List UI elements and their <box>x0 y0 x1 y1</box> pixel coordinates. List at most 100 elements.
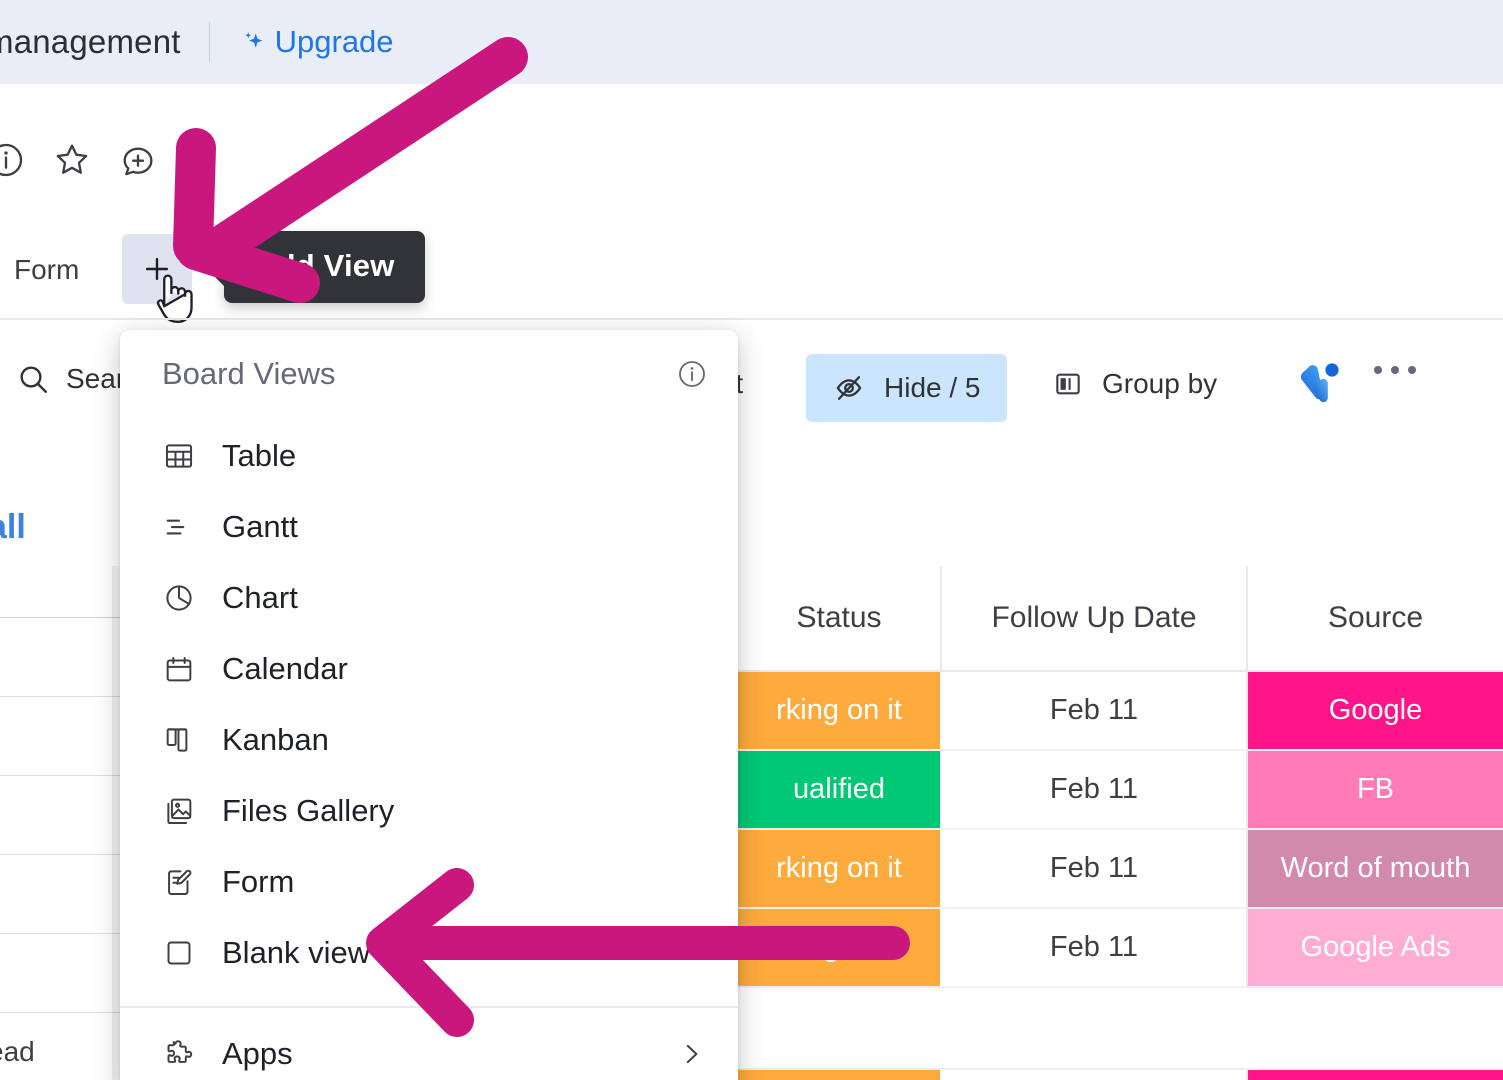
board-action-icons <box>0 140 158 180</box>
left-row-cell: ead <box>0 1013 124 1080</box>
menu-divider <box>120 1006 738 1008</box>
menu-item-label: Kanban <box>222 721 329 757</box>
status-cell[interactable]: rking on it <box>738 830 942 909</box>
upgrade-label: Upgrade <box>274 24 394 59</box>
left-row-cell <box>0 697 124 776</box>
table-row: rking on itFeb 11Google <box>738 672 1503 751</box>
top-banner: management Upgrade <box>0 0 1503 84</box>
form-edit-icon <box>168 869 192 895</box>
info-icon[interactable] <box>0 140 26 180</box>
more-options-button[interactable] <box>1374 366 1416 374</box>
menu-item-label: Files Gallery <box>222 792 395 828</box>
calendar-icon <box>166 656 192 681</box>
follow-up-date-cell[interactable]: Feb 11 <box>942 909 1248 988</box>
tabs-bottom-divider <box>0 318 1503 320</box>
menu-item-label: Calendar <box>222 650 348 686</box>
menu-item-label: Gantt <box>222 508 298 544</box>
source-cell[interactable]: Google Ads <box>1248 909 1503 988</box>
app-root: management Upgrade Form Add View Sear Hi… <box>0 0 1503 1080</box>
follow-up-date-cell[interactable]: Feb 11 <box>942 830 1248 909</box>
left-row-cell <box>0 934 124 1013</box>
column-header-status[interactable]: Status <box>738 566 942 672</box>
sparkle-icon <box>245 32 262 48</box>
follow-up-date-cell[interactable]: Feb 11 <box>942 751 1248 830</box>
table-row: ualified Feb 11 FB <box>738 751 1503 830</box>
left-column-stub: ead <box>0 566 124 1080</box>
left-row-cell <box>0 618 124 697</box>
menu-item-form[interactable]: Form <box>120 846 738 917</box>
table-body-next-group: rking on itFeb 11Google <box>738 1070 1503 1080</box>
plus-icon <box>145 257 169 281</box>
menu-item-calendar[interactable]: Calendar <box>120 633 738 704</box>
table-header-row: Status Follow Up Date Source <box>738 566 1503 672</box>
info-icon[interactable] <box>676 358 708 390</box>
gantt-icon <box>166 519 185 534</box>
left-header-cell <box>0 566 124 618</box>
follow-up-date-cell[interactable]: Feb 11 <box>942 672 1248 751</box>
table-icon <box>165 443 193 468</box>
workspace-title: management <box>0 23 181 60</box>
table-row: rking on it Feb 11 Word of mouth <box>738 830 1503 909</box>
collapse-all-link[interactable]: all <box>0 508 26 547</box>
menu-item-table[interactable]: Table <box>120 420 738 491</box>
source-cell[interactable]: Word of mouth <box>1248 830 1503 909</box>
menu-item-chart[interactable]: Chart <box>120 562 738 633</box>
menu-item-gantt[interactable]: Gantt <box>120 491 738 562</box>
add-view-button[interactable] <box>122 234 192 304</box>
favorite-star-icon[interactable] <box>52 140 92 180</box>
table-row: rking on it Feb 11 Google Ads <box>738 909 1503 988</box>
search-icon <box>20 366 47 393</box>
left-row-cell <box>0 855 124 934</box>
column-header-source[interactable]: Source <box>1248 566 1503 672</box>
left-row-cell <box>0 776 124 855</box>
source-cell[interactable]: FB <box>1248 751 1503 830</box>
monday-ai-logo-icon[interactable] <box>1284 358 1346 414</box>
add-view-tooltip: Add View <box>213 231 425 303</box>
tooltip-arrow <box>213 262 226 288</box>
table-group-gap <box>738 988 1503 1070</box>
board-table: Status Follow Up Date Source rking on it… <box>738 566 1503 1080</box>
menu-header: Board Views <box>120 330 738 412</box>
source-cell[interactable]: Google <box>1248 672 1503 751</box>
menu-item-apps[interactable]: Apps <box>120 1018 738 1080</box>
menu-items-list: Table Gantt Chart Calendar Kanban Files … <box>120 412 738 1080</box>
search-label: Sear <box>66 363 126 394</box>
source-cell[interactable]: Google <box>1248 1070 1503 1080</box>
kanban-icon <box>166 727 188 752</box>
menu-title: Board Views <box>162 356 336 391</box>
group-by-icon <box>1056 373 1080 395</box>
menu-item-label: Blank view <box>222 934 371 970</box>
board-views-menu: Board Views Table Gantt Chart Calendar K… <box>120 330 738 1080</box>
topbar-divider <box>208 22 210 62</box>
status-cell[interactable]: rking on it <box>738 1070 942 1080</box>
table-body: rking on it Feb 11 Google ualified Feb 11 FB r… <box>738 672 1503 988</box>
group-by-button[interactable]: Group by <box>1052 368 1217 400</box>
menu-item-label: Form <box>222 863 295 899</box>
column-header-follow-up-date[interactable]: Follow Up Date <box>942 566 1248 672</box>
menu-item-label: Apps <box>222 1035 293 1071</box>
add-comment-icon[interactable] <box>118 140 158 180</box>
group-by-label: Group by <box>1102 368 1218 399</box>
status-cell[interactable]: rking on it <box>738 672 942 751</box>
menu-item-label: Chart <box>222 579 298 615</box>
puzzle-piece-icon <box>167 1039 193 1063</box>
menu-item-blank-view[interactable]: Blank view <box>120 917 738 988</box>
image-gallery-icon <box>167 798 192 824</box>
menu-item-files-gallery[interactable]: Files Gallery <box>120 775 738 846</box>
menu-item-apps-left: Apps <box>162 1036 293 1072</box>
status-cell[interactable]: rking on it <box>738 909 942 988</box>
hide-columns-label: Hide / 5 <box>884 372 981 403</box>
upgrade-button[interactable]: Upgrade <box>240 24 394 60</box>
menu-item-kanban[interactable]: Kanban <box>120 704 738 775</box>
menu-item-label: Table <box>222 437 297 473</box>
search-button[interactable]: Sear <box>16 362 125 396</box>
blank-square-icon <box>167 941 191 964</box>
follow-up-date-cell[interactable]: Feb 11 <box>942 1070 1248 1080</box>
tab-form[interactable]: Form <box>14 254 79 286</box>
status-cell[interactable]: ualified <box>738 751 942 830</box>
tooltip-text: Add View <box>254 248 395 283</box>
left-row-label: ead <box>0 1036 35 1067</box>
hide-columns-button[interactable]: Hide / 5 <box>806 354 1007 422</box>
chevron-right-icon <box>686 1044 698 1063</box>
more-options-icon <box>1374 366 1382 374</box>
